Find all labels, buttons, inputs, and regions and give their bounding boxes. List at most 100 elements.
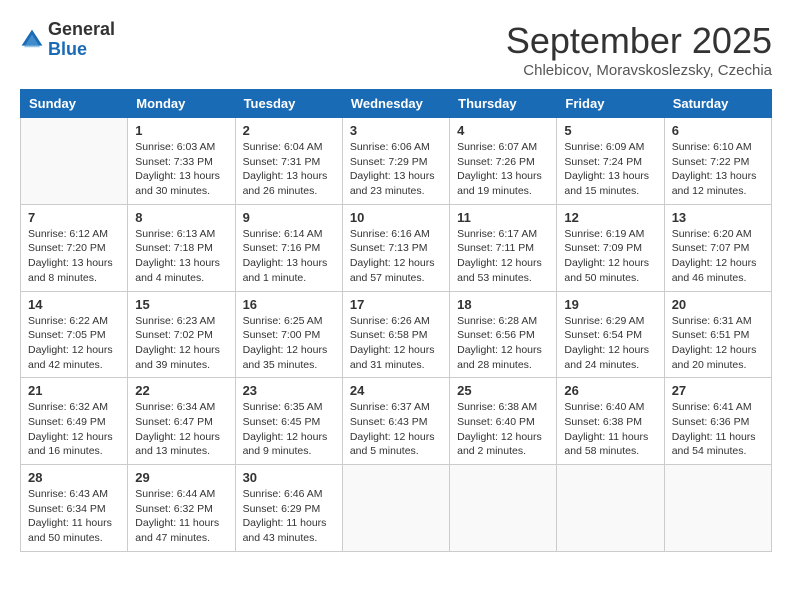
day-number: 20 xyxy=(672,297,764,312)
day-number: 9 xyxy=(243,210,335,225)
calendar-cell xyxy=(342,465,449,552)
calendar-cell: 1Sunrise: 6:03 AM Sunset: 7:33 PM Daylig… xyxy=(128,118,235,205)
calendar-week-2: 7 Sunrise: 6:12 AM Sunset: 7:20 PM Daylig… xyxy=(21,204,772,291)
calendar-cell: 27 Sunrise: 6:41 AM Sunset: 6:36 PM Dayli… xyxy=(664,378,771,465)
day-info: Sunrise: 6:43 AM Sunset: 6:34 PM Dayligh… xyxy=(28,487,120,546)
day-info: Sunrise: 6:04 AM Sunset: 7:31 PM Dayligh… xyxy=(243,140,335,199)
calendar-cell: 14 Sunrise: 6:22 AM Sunset: 7:05 PM Dayli… xyxy=(21,291,128,378)
calendar-cell: 22Sunrise: 6:34 AM Sunset: 6:47 PM Dayli… xyxy=(128,378,235,465)
weekday-header-wednesday: Wednesday xyxy=(342,90,449,118)
calendar-cell xyxy=(664,465,771,552)
calendar-cell: 19 Sunrise: 6:29 AM Sunset: 6:54 PM Dayli… xyxy=(557,291,664,378)
day-number: 15 xyxy=(135,297,227,312)
title-block: September 2025 Chlebicov, Moravskoslezsk… xyxy=(506,20,772,79)
day-number: 19 xyxy=(564,297,656,312)
day-number: 11 xyxy=(457,210,549,225)
calendar-cell: 9 Sunrise: 6:14 AM Sunset: 7:16 PM Daylig… xyxy=(235,204,342,291)
day-number: 23 xyxy=(243,383,335,398)
day-number: 3 xyxy=(350,123,442,138)
calendar-cell: 4 Sunrise: 6:07 AM Sunset: 7:26 PM Daylig… xyxy=(450,118,557,205)
calendar-cell: 29 Sunrise: 6:44 AM Sunset: 6:32 PM Dayli… xyxy=(128,465,235,552)
day-number: 6 xyxy=(672,123,764,138)
calendar-cell: 11Sunrise: 6:17 AM Sunset: 7:11 PM Dayli… xyxy=(450,204,557,291)
day-number: 5 xyxy=(564,123,656,138)
day-info: Sunrise: 6:06 AM Sunset: 7:29 PM Dayligh… xyxy=(350,140,442,199)
calendar-cell: 15 Sunrise: 6:23 AM Sunset: 7:02 PM Dayli… xyxy=(128,291,235,378)
calendar-cell: 17 Sunrise: 6:26 AM Sunset: 6:58 PM Dayli… xyxy=(342,291,449,378)
day-info: Sunrise: 6:22 AM Sunset: 7:05 PM Dayligh… xyxy=(28,314,120,373)
day-number: 12 xyxy=(564,210,656,225)
month-title: September 2025 xyxy=(506,20,772,62)
calendar-cell: 12 Sunrise: 6:19 AM Sunset: 7:09 PM Dayli… xyxy=(557,204,664,291)
calendar-cell: 6 Sunrise: 6:10 AM Sunset: 7:22 PM Daylig… xyxy=(664,118,771,205)
day-number: 26 xyxy=(564,383,656,398)
day-number: 14 xyxy=(28,297,120,312)
day-info: Sunrise: 6:31 AM Sunset: 6:51 PM Dayligh… xyxy=(672,314,764,373)
calendar-table: SundayMondayTuesdayWednesdayThursdayFrid… xyxy=(20,89,772,552)
day-info: Sunrise: 6:37 AM Sunset: 6:43 PM Dayligh… xyxy=(350,400,442,459)
day-info: Sunrise: 6:12 AM Sunset: 7:20 PM Dayligh… xyxy=(28,227,120,286)
day-number: 22 xyxy=(135,383,227,398)
day-info: Sunrise: 6:32 AM Sunset: 6:49 PM Dayligh… xyxy=(28,400,120,459)
day-info: Sunrise: 6:25 AM Sunset: 7:00 PM Dayligh… xyxy=(243,314,335,373)
calendar-cell: 18 Sunrise: 6:28 AM Sunset: 6:56 PM Dayli… xyxy=(450,291,557,378)
day-info: Sunrise: 6:29 AM Sunset: 6:54 PM Dayligh… xyxy=(564,314,656,373)
day-info: Sunrise: 6:26 AM Sunset: 6:58 PM Dayligh… xyxy=(350,314,442,373)
logo-text: General Blue xyxy=(48,20,115,60)
day-info: Sunrise: 6:14 AM Sunset: 7:16 PM Dayligh… xyxy=(243,227,335,286)
location: Chlebicov, Moravskoslezsky, Czechia xyxy=(506,62,772,79)
calendar-week-3: 14 Sunrise: 6:22 AM Sunset: 7:05 PM Dayli… xyxy=(21,291,772,378)
page-header: General Blue September 2025 Chlebicov, M… xyxy=(20,20,772,79)
calendar-cell: 16 Sunrise: 6:25 AM Sunset: 7:00 PM Dayli… xyxy=(235,291,342,378)
logo-blue: Blue xyxy=(48,40,115,60)
day-number: 21 xyxy=(28,383,120,398)
day-number: 27 xyxy=(672,383,764,398)
calendar-week-4: 21 Sunrise: 6:32 AM Sunset: 6:49 PM Dayli… xyxy=(21,378,772,465)
day-number: 30 xyxy=(243,470,335,485)
calendar-week-5: 28 Sunrise: 6:43 AM Sunset: 6:34 PM Dayli… xyxy=(21,465,772,552)
day-number: 7 xyxy=(28,210,120,225)
calendar-cell: 28 Sunrise: 6:43 AM Sunset: 6:34 PM Dayli… xyxy=(21,465,128,552)
day-info: Sunrise: 6:09 AM Sunset: 7:24 PM Dayligh… xyxy=(564,140,656,199)
day-number: 28 xyxy=(28,470,120,485)
calendar-cell: 8 Sunrise: 6:13 AM Sunset: 7:18 PM Daylig… xyxy=(128,204,235,291)
day-number: 24 xyxy=(350,383,442,398)
day-number: 13 xyxy=(672,210,764,225)
weekday-header-row: SundayMondayTuesdayWednesdayThursdayFrid… xyxy=(21,90,772,118)
day-info: Sunrise: 6:40 AM Sunset: 6:38 PM Dayligh… xyxy=(564,400,656,459)
day-number: 4 xyxy=(457,123,549,138)
day-number: 16 xyxy=(243,297,335,312)
calendar-cell: 13Sunrise: 6:20 AM Sunset: 7:07 PM Dayli… xyxy=(664,204,771,291)
logo-general: General xyxy=(48,20,115,40)
calendar-cell xyxy=(557,465,664,552)
weekday-header-thursday: Thursday xyxy=(450,90,557,118)
calendar-cell xyxy=(21,118,128,205)
day-number: 10 xyxy=(350,210,442,225)
calendar-cell: 2Sunrise: 6:04 AM Sunset: 7:31 PM Daylig… xyxy=(235,118,342,205)
calendar-cell: 7 Sunrise: 6:12 AM Sunset: 7:20 PM Daylig… xyxy=(21,204,128,291)
day-number: 17 xyxy=(350,297,442,312)
calendar-cell: 24 Sunrise: 6:37 AM Sunset: 6:43 PM Dayli… xyxy=(342,378,449,465)
day-info: Sunrise: 6:23 AM Sunset: 7:02 PM Dayligh… xyxy=(135,314,227,373)
calendar-cell: 10Sunrise: 6:16 AM Sunset: 7:13 PM Dayli… xyxy=(342,204,449,291)
calendar-cell: 20 Sunrise: 6:31 AM Sunset: 6:51 PM Dayli… xyxy=(664,291,771,378)
day-info: Sunrise: 6:19 AM Sunset: 7:09 PM Dayligh… xyxy=(564,227,656,286)
day-info: Sunrise: 6:07 AM Sunset: 7:26 PM Dayligh… xyxy=(457,140,549,199)
calendar-cell: 5 Sunrise: 6:09 AM Sunset: 7:24 PM Daylig… xyxy=(557,118,664,205)
day-info: Sunrise: 6:28 AM Sunset: 6:56 PM Dayligh… xyxy=(457,314,549,373)
logo-icon xyxy=(20,28,44,52)
day-info: Sunrise: 6:10 AM Sunset: 7:22 PM Dayligh… xyxy=(672,140,764,199)
day-number: 29 xyxy=(135,470,227,485)
day-number: 25 xyxy=(457,383,549,398)
weekday-header-saturday: Saturday xyxy=(664,90,771,118)
day-info: Sunrise: 6:46 AM Sunset: 6:29 PM Dayligh… xyxy=(243,487,335,546)
calendar-cell: 26 Sunrise: 6:40 AM Sunset: 6:38 PM Dayli… xyxy=(557,378,664,465)
day-info: Sunrise: 6:41 AM Sunset: 6:36 PM Dayligh… xyxy=(672,400,764,459)
day-number: 1 xyxy=(135,123,227,138)
day-info: Sunrise: 6:44 AM Sunset: 6:32 PM Dayligh… xyxy=(135,487,227,546)
day-info: Sunrise: 6:13 AM Sunset: 7:18 PM Dayligh… xyxy=(135,227,227,286)
weekday-header-sunday: Sunday xyxy=(21,90,128,118)
calendar-cell: 25Sunrise: 6:38 AM Sunset: 6:40 PM Dayli… xyxy=(450,378,557,465)
day-number: 8 xyxy=(135,210,227,225)
day-number: 18 xyxy=(457,297,549,312)
